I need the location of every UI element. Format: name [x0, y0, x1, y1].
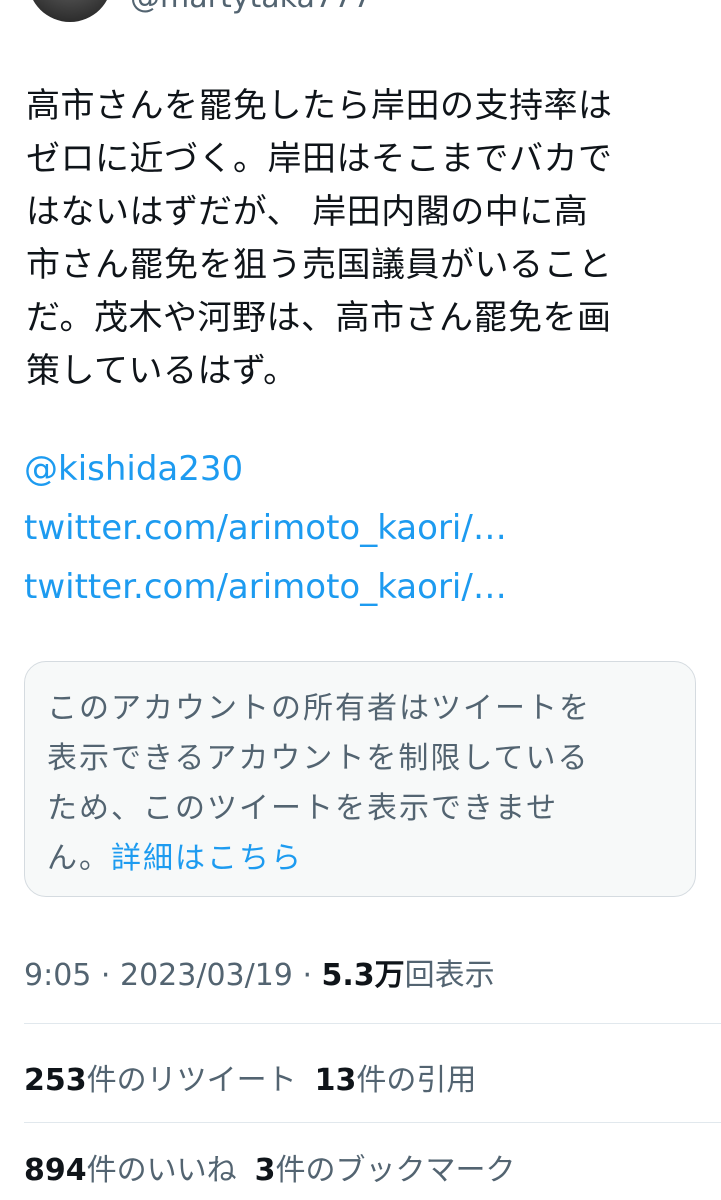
url-link[interactable]: twitter.com/arimoto_kaori/…: [24, 499, 507, 558]
author-handle[interactable]: @martytaka777: [130, 0, 372, 15]
tweet-text-line: ゼロに近づく。岸田はそこまでバカで: [26, 139, 613, 179]
view-count: 5.3万: [321, 958, 405, 993]
bookmarks-label: 件のブックマーク: [275, 1153, 516, 1188]
retweets-label: 件のリツイート: [86, 1063, 297, 1098]
divider: [24, 1023, 721, 1024]
likes-count: 894: [24, 1153, 87, 1188]
tweet-links: @kishida230 twitter.com/arimoto_kaori/… …: [24, 440, 507, 617]
bookmarks-count: 3: [254, 1153, 276, 1188]
bookmarks-stat[interactable]: 3件のブックマーク: [255, 1153, 516, 1188]
tweet-text-line: 策しているはず。: [26, 351, 298, 391]
quote-notice-line: ため、このツイートを表示できませ: [47, 791, 559, 826]
tweet-meta: 9:05 · 2023/03/19 · 5.3万回表示: [24, 950, 495, 994]
url-link[interactable]: twitter.com/arimoto_kaori/…: [24, 558, 507, 617]
meta-separator: ·: [292, 958, 322, 993]
retweets-stat[interactable]: 253件のリツイート: [24, 1063, 297, 1098]
tweet-text-line: だ。茂木や河野は、高市さん罷免を画: [26, 298, 612, 338]
unavailable-quote-text: このアカウントの所有者はツイートを 表示できるアカウントを制限している ため、こ…: [47, 684, 591, 884]
learn-more-link[interactable]: 詳細はこちら: [111, 841, 303, 876]
mention-link[interactable]: @kishida230: [24, 440, 507, 499]
quote-notice-line: 表示できるアカウントを制限している: [47, 741, 590, 776]
retweets-count: 253: [24, 1063, 87, 1098]
quotes-stat[interactable]: 13件の引用: [315, 1063, 477, 1098]
engagement-stats-row: 894件のいいね 3件のブックマーク: [24, 1145, 516, 1189]
quotes-label: 件の引用: [356, 1063, 477, 1098]
avatar[interactable]: [28, 0, 112, 22]
tweet-text: 高市さんを罷免したら岸田の支持率は ゼロに近づく。岸田はそこまでバカで はないは…: [26, 80, 706, 398]
quote-notice-last-text: ん。: [47, 841, 111, 876]
quotes-count: 13: [314, 1063, 357, 1098]
tweet-text-line: はないはずだが、 岸田内閣の中に高: [26, 192, 589, 232]
divider: [24, 1122, 721, 1123]
likes-label: 件のいいね: [86, 1153, 237, 1188]
tweet-text-line: 市さん罷免を狙う売国議員がいること: [26, 245, 613, 285]
unavailable-quote-card: このアカウントの所有者はツイートを 表示できるアカウントを制限している ため、こ…: [24, 661, 696, 897]
quote-notice-line: このアカウントの所有者はツイートを: [47, 691, 591, 726]
engagement-stats-row: 253件のリツイート 13件の引用: [24, 1055, 476, 1099]
view-count-label: 回表示: [404, 958, 495, 993]
tweet-text-line: 高市さんを罷免したら岸田の支持率は: [26, 86, 613, 126]
quote-notice-line: ん。詳細はこちら: [47, 834, 591, 884]
tweet-time[interactable]: 9:05: [24, 958, 91, 993]
meta-separator: ·: [91, 958, 120, 993]
tweet-date[interactable]: 2023/03/19: [120, 958, 293, 993]
likes-stat[interactable]: 894件のいいね: [24, 1153, 237, 1188]
